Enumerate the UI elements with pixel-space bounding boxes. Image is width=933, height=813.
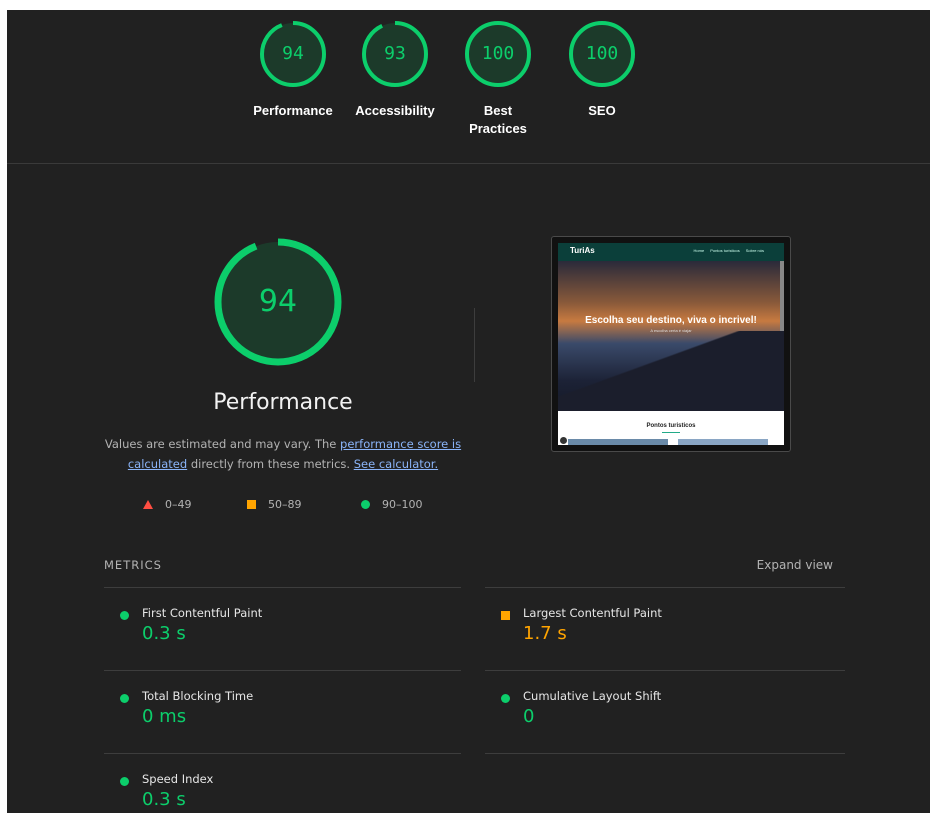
section-underline — [662, 432, 680, 433]
pass-circle-icon — [120, 611, 129, 620]
gauge-label: Performance — [253, 103, 333, 118]
performance-score: 94 — [258, 284, 298, 319]
gauge-label: Best Practices — [469, 103, 527, 136]
metric-value: 0.3 s — [142, 623, 186, 644]
metric-divider — [485, 753, 845, 754]
performance-description: Values are estimated and may vary. The p… — [103, 434, 463, 474]
gauge-ring: 100 — [464, 20, 532, 88]
metric-cls: Cumulative Layout Shift 0 — [485, 689, 845, 749]
desc-text: directly from these metrics. — [187, 457, 354, 471]
legend-fail: 0–49 — [143, 498, 192, 511]
metric-name: Cumulative Layout Shift — [523, 689, 662, 703]
metrics-title: METRICS — [104, 558, 162, 572]
screenshot-headline: Escolha seu destino, viva o incrivel! — [585, 315, 757, 326]
metric-name: Largest Contentful Paint — [523, 606, 662, 620]
lighthouse-report: 94 Performance 93 Accessibility 100 Best… — [7, 10, 930, 813]
metrics-header: METRICS Expand view — [104, 558, 845, 578]
vertical-divider — [474, 308, 475, 382]
screenshot-nav-link: Sobre nós — [745, 248, 764, 253]
pass-circle-icon — [501, 694, 510, 703]
screenshot-subline: A escolha certa é viajar — [650, 328, 692, 333]
screenshot-nav-links: Home Pontos turísticos Sobre nós — [694, 248, 764, 253]
triangle-icon — [143, 500, 153, 509]
screenshot-nav-link: Pontos turísticos — [710, 248, 740, 253]
metric-divider — [485, 587, 845, 588]
metric-value: 0 ms — [142, 706, 187, 727]
metric-name: First Contentful Paint — [142, 606, 263, 620]
screenshot-hero-image: Escolha seu destino, viva o incrivel! A … — [558, 261, 784, 411]
metric-divider — [104, 587, 461, 588]
final-screenshot[interactable]: TuriAs Home Pontos turísticos Sobre nós … — [551, 236, 791, 452]
score-legend: 0–49 50–89 90–100 — [133, 498, 433, 514]
gauge-ring: 94 — [259, 20, 327, 88]
legend-pass: 90–100 — [361, 498, 423, 511]
screenshot-brand: TuriAs — [570, 246, 595, 255]
gauge-label: Accessibility — [355, 103, 435, 118]
legend-average: 50–89 — [247, 498, 302, 511]
circle-icon — [361, 500, 370, 509]
gauge-ring: 100 — [568, 20, 636, 88]
metric-name: Total Blocking Time — [142, 689, 254, 703]
hero-cliff-shape — [558, 331, 784, 411]
screenshot-badge — [560, 437, 567, 444]
pass-circle-icon — [120, 777, 129, 786]
average-square-icon — [501, 611, 510, 620]
screenshot-section-title: Pontos turisticos — [646, 423, 696, 429]
metric-lcp: Largest Contentful Paint 1.7 s — [485, 606, 845, 666]
section-divider — [7, 163, 930, 164]
performance-section: 94 Performance Values are estimated and … — [103, 236, 463, 526]
gauge-score: 100 — [585, 43, 619, 64]
category-gauges: 94 Performance 93 Accessibility 100 Best… — [7, 10, 930, 164]
gauge-score: 100 — [481, 43, 515, 64]
screenshot-nav-link: Home — [693, 248, 705, 253]
screenshot-scrollbar — [780, 261, 784, 331]
gauge-ring: 93 — [361, 20, 429, 88]
screenshot-thumbnail — [568, 439, 668, 445]
pass-circle-icon — [120, 694, 129, 703]
metric-divider — [104, 670, 461, 671]
gauge-label: SEO — [588, 103, 616, 118]
screenshot-section: Pontos turisticos — [558, 411, 784, 445]
metric-tbt: Total Blocking Time 0 ms — [104, 689, 464, 749]
metric-name: Speed Index — [142, 772, 214, 786]
see-calculator-link[interactable]: See calculator. — [354, 457, 438, 471]
performance-title: Performance — [213, 390, 353, 415]
gauge-score: 93 — [384, 43, 406, 64]
metric-divider — [104, 753, 461, 754]
screenshot-navbar: TuriAs Home Pontos turísticos Sobre nós — [558, 243, 784, 261]
metric-speed-index: Speed Index 0.3 s — [104, 772, 464, 813]
legend-average-label: 50–89 — [268, 498, 302, 511]
metric-fcp: First Contentful Paint 0.3 s — [104, 606, 464, 666]
metric-divider — [485, 670, 845, 671]
screenshot-page: TuriAs Home Pontos turísticos Sobre nós … — [558, 243, 784, 445]
performance-gauge: 94 — [212, 236, 344, 368]
metric-value: 1.7 s — [523, 623, 567, 644]
desc-text: Values are estimated and may vary. The — [104, 437, 341, 451]
square-icon — [247, 500, 256, 509]
legend-fail-label: 0–49 — [165, 498, 192, 511]
gauge-score: 94 — [282, 43, 304, 64]
legend-pass-label: 90–100 — [382, 498, 423, 511]
metric-value: 0 — [523, 706, 535, 727]
expand-view-toggle[interactable]: Expand view — [757, 558, 833, 572]
metric-value: 0.3 s — [142, 789, 186, 810]
screenshot-thumbnail — [678, 439, 768, 445]
